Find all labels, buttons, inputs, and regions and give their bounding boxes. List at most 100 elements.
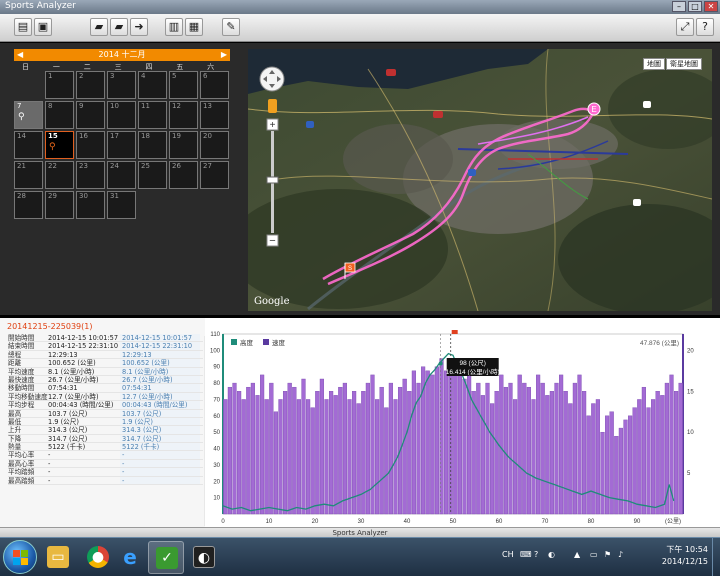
taskbar-sports-analyzer[interactable]: ✓ bbox=[148, 541, 184, 574]
network-icon[interactable]: ▭ bbox=[590, 550, 598, 559]
x-axis-unit-label: (公里) bbox=[665, 518, 681, 525]
stats-row: 平均速度 8.1 (公里/小時) 8.1 (公里/小時) bbox=[8, 367, 203, 376]
calendar-day[interactable]: 21 bbox=[14, 161, 43, 189]
calendar-day[interactable]: 28 bbox=[14, 191, 43, 219]
calendar-day[interactable]: 27 bbox=[200, 161, 229, 189]
help-tray-icon[interactable]: ? bbox=[534, 550, 538, 559]
calendar-day[interactable]: 10 bbox=[107, 101, 136, 129]
calendar-day[interactable]: 26 bbox=[169, 161, 198, 189]
calendar-day[interactable]: 6 bbox=[200, 71, 229, 99]
calendar-day[interactable]: 20 bbox=[200, 131, 229, 159]
speed-bar bbox=[531, 399, 536, 515]
volume-icon[interactable]: ♪ bbox=[618, 550, 623, 559]
close-button[interactable]: ✕ bbox=[704, 1, 718, 12]
stats-label: 總程 bbox=[8, 350, 22, 359]
calendar-day[interactable]: 2 bbox=[76, 71, 105, 99]
calendar-header: ◀ 2014 十二月 ▶ bbox=[14, 49, 230, 61]
calendar-day[interactable]: 18 bbox=[138, 131, 167, 159]
map-type-map-button[interactable]: 地圖 bbox=[643, 58, 665, 70]
stats-label: 平均移動速度 bbox=[8, 392, 48, 401]
maximize-button[interactable]: □ bbox=[688, 1, 702, 12]
speed-bar bbox=[517, 374, 522, 515]
stats-row: 平均移動速度 12.7 (公里/小時) 12.7 (公里/小時) bbox=[8, 392, 203, 402]
show-hidden-icons[interactable]: ▲ bbox=[574, 550, 580, 559]
taskbar-app[interactable]: ◐ bbox=[186, 541, 222, 574]
minimize-button[interactable]: – bbox=[672, 1, 686, 12]
calendar-day[interactable]: 31 bbox=[107, 191, 136, 219]
calendar-day[interactable]: 9 bbox=[76, 101, 105, 129]
show-desktop-button[interactable] bbox=[712, 538, 720, 576]
satellite-map[interactable]: E S + − 地圖 衛星地圖 Google bbox=[248, 49, 712, 311]
speed-bar bbox=[540, 382, 545, 515]
calendar-day[interactable]: 14 bbox=[14, 131, 43, 159]
speed-bar bbox=[655, 391, 660, 515]
calendar-day-number: 23 bbox=[79, 162, 88, 170]
calendar-day[interactable]: 19 bbox=[169, 131, 198, 159]
app-status-strip: Sports Analyzer bbox=[0, 527, 720, 537]
ime-mode-icon[interactable]: ◐ bbox=[548, 550, 555, 559]
speed-bar bbox=[591, 403, 596, 515]
calendar-day-number: 17 bbox=[110, 132, 119, 140]
save-folder-icon[interactable]: ▰ bbox=[110, 18, 128, 36]
calendar-day[interactable]: 17 bbox=[107, 131, 136, 159]
calendar-day[interactable]: 11 bbox=[138, 101, 167, 129]
stats-value: 8.1 (公里/小時) bbox=[48, 367, 95, 376]
calendar-day[interactable]: 12 bbox=[169, 101, 198, 129]
map-type-satellite-button[interactable]: 衛星地圖 bbox=[666, 58, 702, 70]
speed-bar bbox=[568, 403, 573, 515]
bike-activity-icon: ⚲ bbox=[49, 142, 56, 152]
bike-activity-icon: ⚲ bbox=[18, 112, 25, 122]
calendar-day[interactable]: 23 bbox=[76, 161, 105, 189]
speed-bar bbox=[361, 391, 366, 515]
x-axis-tick-label: 80 bbox=[588, 519, 595, 525]
device-icon[interactable]: ▣ bbox=[34, 18, 52, 36]
settings-icon[interactable]: ▦ bbox=[185, 18, 203, 36]
calendar-day-number: 21 bbox=[17, 162, 26, 170]
calendar-day[interactable]: 5 bbox=[169, 71, 198, 99]
stats-value: 5122 (千卡) bbox=[48, 443, 86, 452]
speed-bar bbox=[559, 374, 564, 515]
calendar-day[interactable]: 30 bbox=[76, 191, 105, 219]
weekday-label: 一 bbox=[52, 63, 60, 71]
calendar-day[interactable]: 29 bbox=[45, 191, 74, 219]
language-indicator[interactable]: CH bbox=[502, 550, 514, 559]
ie-icon: e bbox=[123, 545, 137, 569]
ime-icon[interactable]: ⌨ bbox=[520, 550, 532, 559]
calendar-day[interactable]: 8 bbox=[45, 101, 74, 129]
start-button[interactable] bbox=[3, 540, 37, 574]
calendar-day[interactable]: 16 bbox=[76, 131, 105, 159]
tools-icon[interactable]: ✎ bbox=[222, 18, 240, 36]
speed-bar bbox=[536, 374, 541, 515]
calendar-day[interactable]: 22 bbox=[45, 161, 74, 189]
stats-value: 2014-12-15 10:01:57 bbox=[120, 334, 200, 342]
import-icon[interactable]: ▤ bbox=[14, 18, 32, 36]
speed-bar bbox=[365, 382, 370, 515]
clock[interactable]: 下午 10:54 2014/12/15 bbox=[662, 544, 708, 568]
next-month-icon[interactable]: ▶ bbox=[221, 49, 227, 61]
stats-row: 最高 103.7 (公尺) 103.7 (公尺) bbox=[8, 409, 203, 418]
action-center-icon[interactable]: ⚑ bbox=[604, 550, 611, 559]
help-icon[interactable]: ? bbox=[696, 18, 714, 36]
stats-value: 8.1 (公里/小時) bbox=[120, 367, 200, 376]
speed-bar bbox=[264, 399, 269, 515]
speed-bar bbox=[227, 386, 232, 515]
calendar-day[interactable]: 7 ⚲ bbox=[14, 101, 43, 129]
calendar-day[interactable]: 24 bbox=[107, 161, 136, 189]
calendar-day[interactable]: 25 bbox=[138, 161, 167, 189]
calendar-day[interactable]: 1 bbox=[45, 71, 74, 99]
calendar-day[interactable]: 15 ⚲ bbox=[45, 131, 74, 159]
calendar-day[interactable]: 13 bbox=[200, 101, 229, 129]
export-icon[interactable]: ➜ bbox=[130, 18, 148, 36]
elevation-speed-chart[interactable]: 高度 速度 47.876 (公里) 10 20 30 40 50 60 70 80 90 100 110 5… bbox=[205, 318, 720, 527]
taskbar-ie[interactable]: e bbox=[112, 541, 148, 574]
taskbar-explorer[interactable]: ▭ bbox=[40, 541, 76, 574]
calendar-day[interactable]: 4 bbox=[138, 71, 167, 99]
calendar-day[interactable]: 3 bbox=[107, 71, 136, 99]
speed-bar bbox=[393, 399, 398, 515]
taskbar-chrome[interactable]: ● bbox=[80, 541, 116, 574]
speed-bar bbox=[241, 399, 246, 515]
open-folder-icon[interactable]: ▰ bbox=[90, 18, 108, 36]
stats-value: 103.7 (公尺) bbox=[120, 409, 200, 418]
resize-icon[interactable]: ⤢ bbox=[676, 18, 694, 36]
report-icon[interactable]: ▥ bbox=[165, 18, 183, 36]
